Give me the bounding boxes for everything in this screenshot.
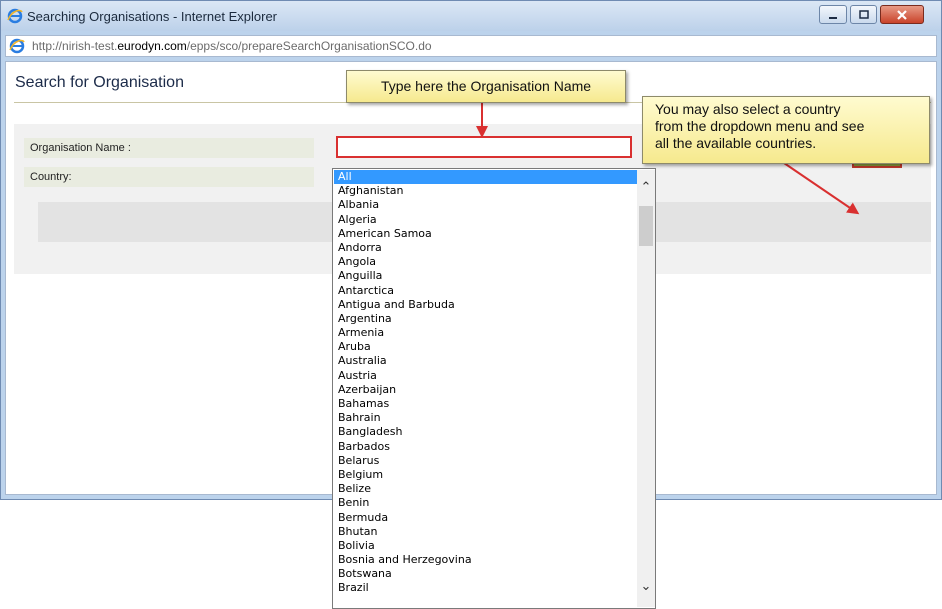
dropdown-scrollbar[interactable]: ⌃ ⌄ — [637, 170, 655, 607]
country-option[interactable]: Bhutan — [334, 525, 637, 539]
country-option[interactable]: Afghanistan — [334, 184, 637, 198]
country-option[interactable]: Antigua and Barbuda — [334, 298, 637, 312]
country-option[interactable]: Albania — [334, 198, 637, 212]
country-option[interactable]: Bahamas — [334, 397, 637, 411]
country-option[interactable]: Bosnia and Herzegovina — [334, 553, 637, 567]
country-option[interactable]: Bolivia — [334, 539, 637, 553]
country-option[interactable]: Algeria — [334, 213, 637, 227]
country-option[interactable]: Bahrain — [334, 411, 637, 425]
country-option[interactable]: Brazil — [334, 581, 637, 595]
scroll-thumb[interactable] — [639, 206, 653, 246]
country-option[interactable]: Australia — [334, 354, 637, 368]
country-option[interactable]: Bermuda — [334, 511, 637, 525]
country-callout-line: You may also select a country — [655, 101, 841, 117]
country-option[interactable]: American Samoa — [334, 227, 637, 241]
chevron-down-icon[interactable]: ⌄ — [637, 577, 655, 595]
country-option[interactable]: Angola — [334, 255, 637, 269]
chevron-up-icon[interactable]: ⌃ — [637, 178, 655, 196]
country-option[interactable]: Benin — [334, 496, 637, 510]
country-option[interactable]: Belgium — [334, 468, 637, 482]
country-callout-line: all the available countries. — [655, 135, 817, 151]
country-options: All Afghanistan Albania Algeria American Sam… — [334, 170, 637, 596]
country-option[interactable]: Armenia — [334, 326, 637, 340]
country-option[interactable]: Austria — [334, 369, 637, 383]
country-option[interactable]: Andorra — [334, 241, 637, 255]
country-option[interactable]: Aruba — [334, 340, 637, 354]
country-hint-arrow — [783, 162, 860, 215]
country-callout-line: from the dropdown menu and see — [655, 118, 865, 134]
country-option[interactable]: Anguilla — [334, 269, 637, 283]
organisation-name-callout: Type here the Organisation Name — [346, 70, 626, 103]
country-option[interactable]: Belize — [334, 482, 637, 496]
country-option[interactable]: Bangladesh — [334, 425, 637, 439]
country-callout: You may also select a country from the d… — [642, 96, 930, 164]
country-dropdown-list[interactable]: All Afghanistan Albania Algeria American Sam… — [332, 168, 656, 609]
country-option[interactable]: Botswana — [334, 567, 637, 581]
country-option[interactable]: Antarctica — [334, 284, 637, 298]
country-option[interactable]: Argentina — [334, 312, 637, 326]
country-option[interactable]: Belarus — [334, 454, 637, 468]
country-option[interactable]: Azerbaijan — [334, 383, 637, 397]
country-option[interactable]: Barbados — [334, 440, 637, 454]
country-option[interactable]: All — [334, 170, 637, 185]
